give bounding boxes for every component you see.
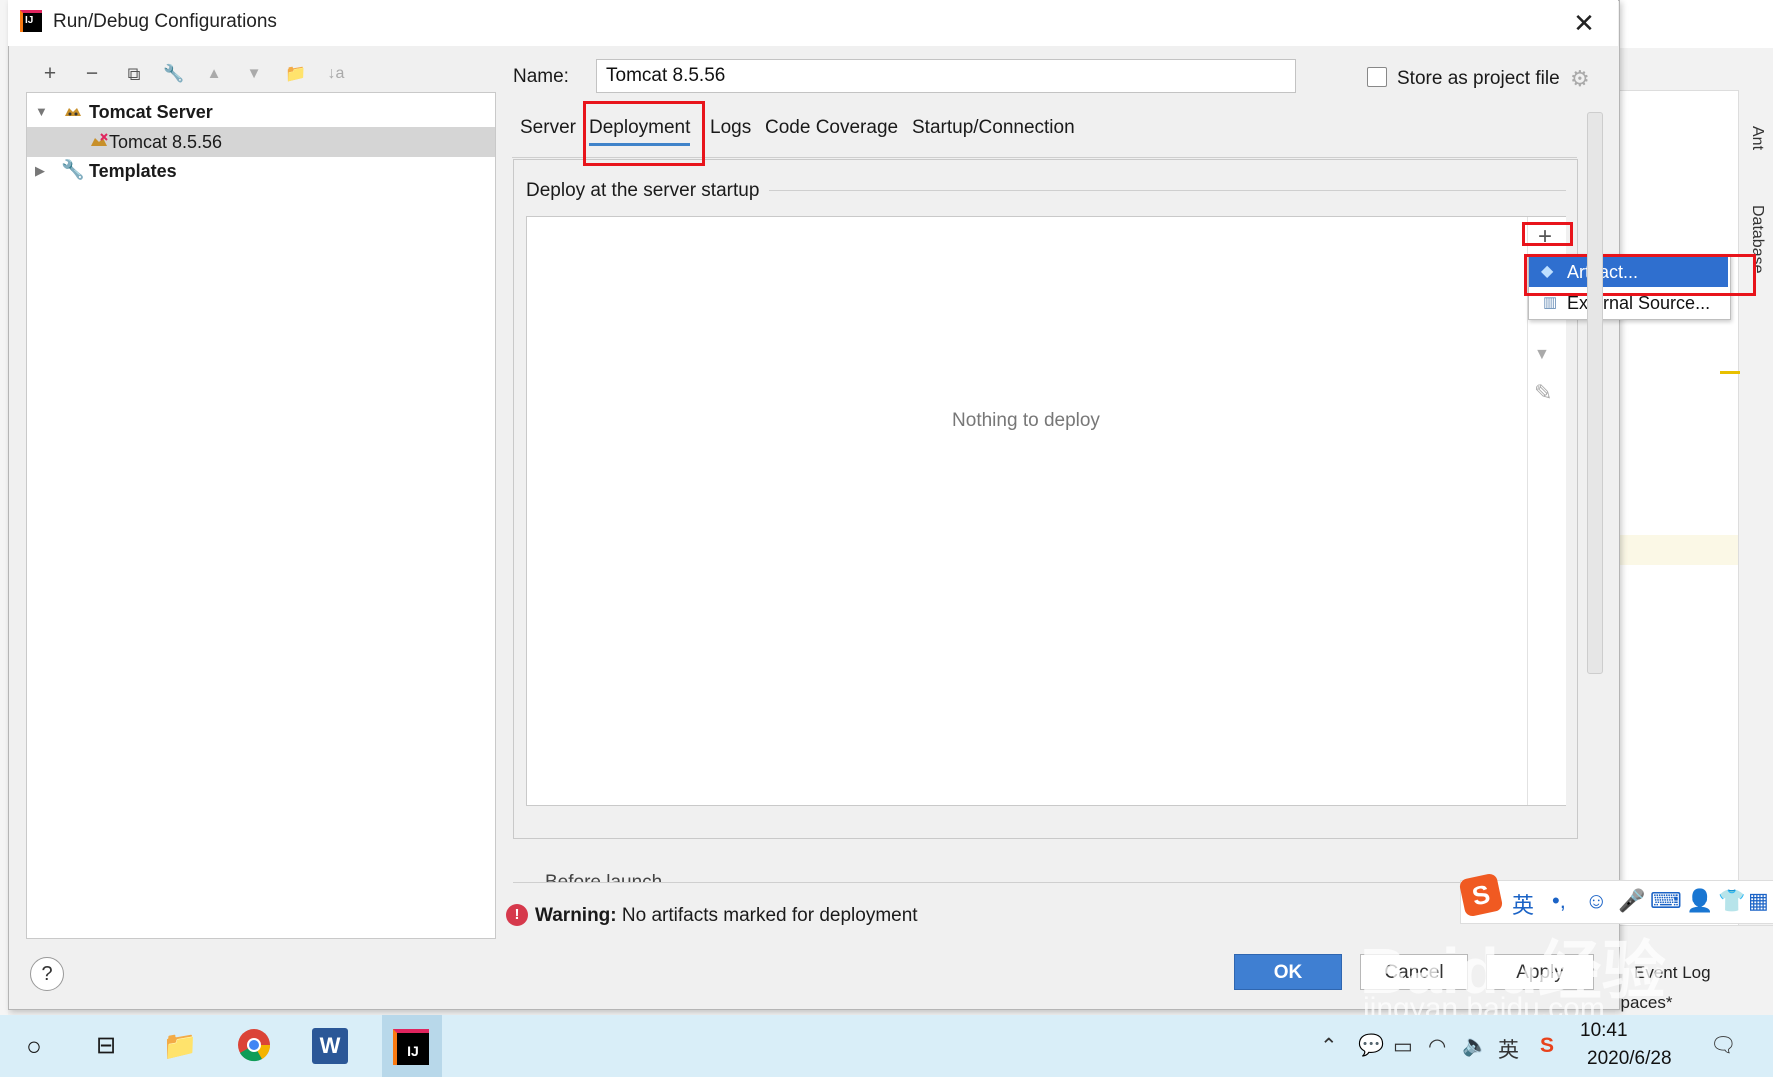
ime-language-icon[interactable]: 英 <box>1512 888 1534 920</box>
tree-item-tomcat-8-5-56[interactable]: Tomcat 8.5.56 <box>27 127 495 157</box>
config-tree: ▼ Tomcat Server Tomcat 8.5.56 ▶ 🔧 Templa… <box>26 92 496 939</box>
ide-marker <box>1720 371 1740 374</box>
tray-chevron-icon[interactable]: ⌃ <box>1320 1034 1338 1059</box>
deploy-legend: Deploy at the server startup <box>526 180 770 202</box>
error-icon: ! <box>506 904 528 926</box>
store-as-project-label[interactable]: Store as project file <box>1397 68 1560 90</box>
ide-title-area <box>1615 0 1773 49</box>
close-button[interactable]: ✕ <box>1570 8 1598 38</box>
tree-group-tomcat-server[interactable]: ▼ Tomcat Server <box>27 97 495 127</box>
tomcat-icon <box>91 133 108 146</box>
folder-icon[interactable]: 📁 <box>282 60 310 88</box>
cortana-circle-icon[interactable]: ○ <box>16 1028 52 1064</box>
separator <box>513 882 1613 883</box>
emoji-icon[interactable]: ☺ <box>1585 888 1607 914</box>
warning-message: Warning: No artifacts marked for deploym… <box>535 905 918 927</box>
chrome-icon[interactable] <box>236 1028 272 1064</box>
add-config-button[interactable]: + <box>36 60 64 88</box>
tab-logs[interactable]: Logs <box>710 117 751 139</box>
left-window-sliver <box>0 0 8 1015</box>
wifi-icon[interactable]: ◠ <box>1428 1034 1446 1059</box>
word-icon[interactable]: W <box>312 1028 348 1064</box>
ide-highlight-band <box>1615 535 1738 565</box>
move-up-icon[interactable]: ▲ <box>200 60 228 88</box>
tab-code-coverage[interactable]: Code Coverage <box>765 117 898 139</box>
user-icon[interactable]: 👤 <box>1686 888 1713 914</box>
tab-startup-connection[interactable]: Startup/Connection <box>912 117 1075 139</box>
ide-ant-tab[interactable]: Ant <box>1748 126 1766 150</box>
dialog-title: Run/Debug Configurations <box>53 11 277 32</box>
expanded-arrow-icon[interactable]: ▼ <box>35 97 48 127</box>
sogou-logo-icon[interactable]: S <box>1458 872 1504 918</box>
collapsed-arrow-icon[interactable]: ▶ <box>35 156 45 186</box>
warning-bold-label: Warning: <box>535 905 617 926</box>
tree-item-label: Tomcat 8.5.56 <box>109 132 223 152</box>
clock-date[interactable]: 2020/6/28 <box>1587 1048 1672 1070</box>
before-launch-label: Before launch <box>545 872 662 882</box>
chrome-logo-icon <box>238 1029 271 1062</box>
help-button[interactable]: ? <box>30 957 64 991</box>
deploy-list[interactable] <box>526 216 1566 806</box>
name-label: Name: <box>513 66 569 87</box>
remove-config-button[interactable]: − <box>78 60 106 88</box>
ime-indicator[interactable]: 英 <box>1498 1034 1519 1064</box>
tomcat-icon <box>65 108 81 116</box>
intellij-logo-icon: IJ <box>20 10 42 32</box>
notification-icon[interactable]: 🗨 <box>1710 1034 1737 1058</box>
store-as-project-checkbox[interactable] <box>1367 67 1387 87</box>
sogou-tray-icon[interactable]: S <box>1540 1034 1554 1058</box>
tree-group-label: Tomcat Server <box>89 102 213 122</box>
tree-templates-label: Templates <box>89 161 177 181</box>
copy-config-icon[interactable]: ⧉ <box>120 60 148 88</box>
annotation-box-deployment-tab <box>583 101 705 166</box>
empty-state-text: Nothing to deploy <box>952 410 1100 431</box>
name-input[interactable] <box>596 59 1296 93</box>
skin-icon[interactable]: 👕 <box>1718 888 1745 914</box>
warning-text: No artifacts marked for deployment <box>616 905 918 926</box>
move-down-icon[interactable]: ▼ <box>1534 346 1550 364</box>
task-view-icon[interactable]: ⊟ <box>88 1028 124 1064</box>
ide-toolbar <box>1615 48 1773 91</box>
annotation-box-artifact <box>1524 254 1756 296</box>
annotation-box-add-button <box>1522 222 1573 246</box>
gear-icon[interactable]: ⚙ <box>1570 66 1590 92</box>
volume-icon[interactable]: 🔈 <box>1462 1034 1488 1058</box>
edit-pencil-icon[interactable]: ✎ <box>1534 380 1552 406</box>
keyboard-icon[interactable]: ⌨ <box>1650 888 1682 914</box>
wrench-icon[interactable]: 🔧 <box>160 60 188 88</box>
intellij-icon[interactable]: IJ <box>393 1029 429 1065</box>
tab-server[interactable]: Server <box>520 117 576 139</box>
sort-icon[interactable]: ↓a <box>322 60 350 88</box>
microphone-icon[interactable]: 🎤 <box>1618 888 1645 914</box>
tree-group-templates[interactable]: ▶ 🔧 Templates <box>27 156 495 186</box>
wrench-icon: 🔧 <box>61 160 85 181</box>
move-down-icon[interactable]: ▼ <box>240 60 268 88</box>
battery-icon[interactable]: ▭ <box>1393 1034 1413 1059</box>
file-explorer-icon[interactable]: 📁 <box>162 1028 198 1064</box>
wechat-icon[interactable]: 💬 <box>1358 1034 1384 1058</box>
grid-icon[interactable]: ▦ <box>1748 888 1769 914</box>
ime-punct-icon[interactable]: •, <box>1552 888 1566 914</box>
ok-button[interactable]: OK <box>1234 954 1342 990</box>
vertical-scrollbar[interactable] <box>1587 112 1603 674</box>
clock-time[interactable]: 10:41 <box>1580 1020 1628 1042</box>
